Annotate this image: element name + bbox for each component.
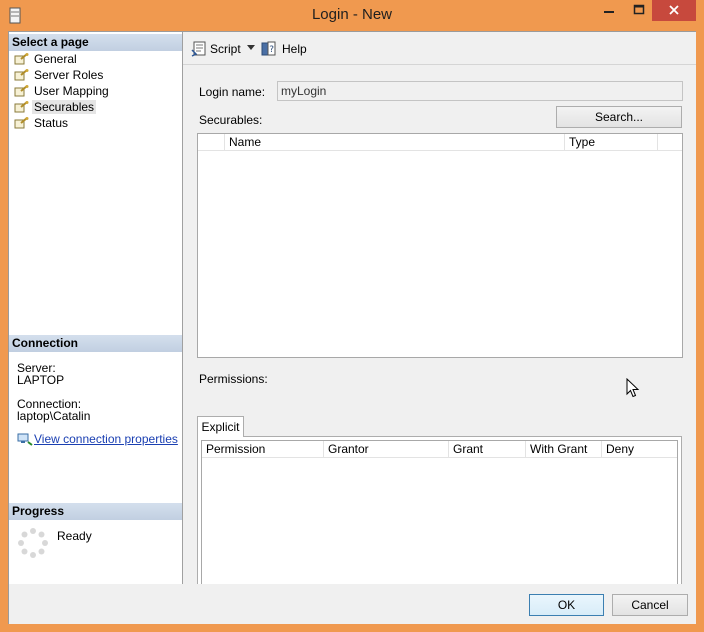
sidebar-item-label: General — [34, 52, 77, 66]
sidebar-item-label: Status — [34, 116, 69, 130]
sidebar-item-server-roles[interactable]: Server Roles — [12, 67, 103, 83]
permissions-column-grant[interactable]: Grant — [449, 441, 526, 458]
sidebar-item-securables[interactable]: Securables — [12, 99, 97, 115]
maximize-icon — [633, 4, 645, 15]
securables-grid[interactable]: Name Type — [197, 133, 683, 358]
select-page-header: Select a page — [9, 34, 182, 51]
permissions-column-grantor[interactable]: Grantor — [324, 441, 449, 458]
sidebar-item-label: User Mapping — [34, 84, 109, 98]
dialog-window: Login - New Select a page General Server… — [0, 0, 704, 632]
login-name-field[interactable]: myLogin — [277, 81, 683, 101]
left-pane: Select a page General Server Roles User … — [9, 32, 183, 584]
permissions-column-with-grant[interactable]: With Grant — [526, 441, 602, 458]
progress-header: Progress — [9, 503, 182, 520]
page-wrench-icon — [14, 53, 29, 65]
help-button-label: Help — [282, 42, 307, 56]
dialog-button-bar: OK Cancel — [9, 584, 696, 624]
page-wrench-icon — [14, 117, 29, 129]
permissions-grid[interactable]: Permission Grantor Grant With Grant Deny — [201, 440, 678, 594]
permissions-tab-panel: Permission Grantor Grant With Grant Deny — [197, 436, 682, 598]
permissions-label: Permissions: — [199, 372, 268, 386]
permissions-column-deny[interactable]: Deny — [602, 441, 677, 458]
minimize-button[interactable] — [594, 2, 624, 24]
connection-properties-icon — [17, 433, 33, 446]
progress-status: Ready — [57, 529, 92, 543]
svg-text:?: ? — [269, 45, 274, 55]
cancel-button[interactable]: Cancel — [612, 594, 688, 616]
tab-explicit[interactable]: Explicit — [197, 416, 244, 437]
securables-column-name[interactable]: Name — [225, 134, 565, 151]
minimize-icon — [604, 11, 614, 13]
right-pane: Script ? Help Login name: myLogin Secura… — [183, 32, 696, 598]
permissions-grid-header: Permission Grantor Grant With Grant Deny — [202, 441, 677, 458]
title-bar[interactable]: Login - New — [0, 0, 704, 31]
securables-label: Securables: — [199, 113, 263, 127]
page-wrench-icon — [14, 85, 29, 97]
securables-column-selector[interactable] — [198, 134, 225, 151]
ok-button[interactable]: OK — [529, 594, 604, 616]
connection-header: Connection — [9, 335, 182, 352]
script-dropdown-arrow[interactable] — [247, 45, 255, 50]
sidebar-item-label: Securables — [32, 100, 97, 114]
script-icon — [191, 41, 206, 57]
help-button[interactable]: ? Help — [261, 40, 307, 58]
connection-value: laptop\Catalin — [17, 409, 91, 423]
securables-column-type[interactable]: Type — [565, 134, 658, 151]
view-connection-link-text[interactable]: View connection properties — [34, 432, 178, 446]
toolbar: Script ? Help — [183, 32, 696, 65]
script-button-label: Script — [210, 42, 241, 56]
dialog-client-area: Select a page General Server Roles User … — [8, 31, 696, 624]
page-wrench-icon — [14, 101, 29, 113]
sidebar-item-general[interactable]: General — [12, 51, 77, 67]
search-button[interactable]: Search... — [556, 106, 682, 128]
mouse-cursor-icon — [626, 378, 640, 398]
help-icon: ? — [261, 41, 276, 56]
login-name-label: Login name: — [199, 85, 266, 99]
close-button[interactable] — [652, 0, 696, 21]
sidebar-item-status[interactable]: Status — [12, 115, 68, 131]
sidebar-item-user-mapping[interactable]: User Mapping — [12, 83, 109, 99]
securables-column-filler — [658, 134, 682, 151]
view-connection-properties-link[interactable]: View connection properties — [15, 432, 178, 446]
permissions-column-permission[interactable]: Permission — [202, 441, 324, 458]
script-button[interactable]: Script — [191, 40, 241, 58]
close-icon — [669, 5, 679, 15]
page-wrench-icon — [14, 69, 29, 81]
maximize-button[interactable] — [624, 2, 654, 24]
server-value: LAPTOP — [17, 373, 65, 387]
securables-grid-header: Name Type — [198, 134, 682, 151]
progress-spinner-icon — [18, 528, 48, 558]
sidebar-item-label: Server Roles — [34, 68, 104, 82]
